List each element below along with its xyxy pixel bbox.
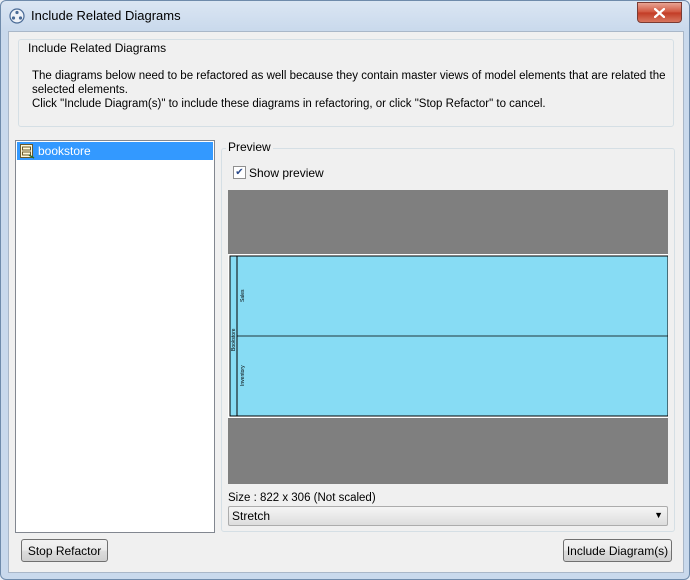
info-line-3: Click "Include Diagram(s)" to include th…: [32, 98, 546, 110]
diagram-icon: [20, 144, 35, 159]
pool-label: Bookstore: [231, 328, 237, 351]
show-preview-checkbox[interactable]: ✔: [233, 166, 246, 179]
dialog-content: Include Related Diagrams The diagrams be…: [8, 31, 684, 573]
dialog-window: Include Related Diagrams Include Related…: [0, 0, 690, 580]
scale-mode-value: Stretch: [232, 509, 271, 523]
include-diagrams-label: Include Diagram(s): [566, 543, 669, 558]
title-bar[interactable]: Include Related Diagrams: [1, 1, 689, 31]
include-diagrams-button[interactable]: Include Diagram(s): [563, 539, 672, 562]
preview-canvas[interactable]: Bookstore Sales Inventory: [228, 190, 669, 484]
size-label: Size : 822 x 306 (Not scaled): [228, 492, 376, 504]
info-group: Include Related Diagrams The diagrams be…: [18, 39, 674, 127]
show-preview-label[interactable]: Show preview: [249, 166, 324, 180]
close-icon: [654, 7, 665, 18]
diagram-tree[interactable]: bookstore: [15, 140, 215, 533]
info-line-1: The diagrams below need to be refactored…: [32, 70, 666, 82]
window-title: Include Related Diagrams: [31, 8, 181, 23]
close-button[interactable]: [637, 2, 682, 23]
info-line-2: selected elements.: [32, 84, 128, 96]
stop-refactor-button[interactable]: Stop Refactor: [21, 539, 108, 562]
preview-group: Preview ✔ Show preview Bookstore Sales I…: [221, 140, 675, 532]
lane-label-inventory: Inventory: [240, 365, 246, 386]
diagram-preview: Bookstore Sales Inventory: [228, 254, 669, 418]
chevron-down-icon: ▼: [654, 510, 663, 520]
scale-mode-select[interactable]: Stretch ▼: [228, 506, 668, 526]
tree-item-bookstore[interactable]: bookstore: [17, 142, 213, 160]
check-icon: ✔: [235, 167, 244, 178]
lane-label-sales: Sales: [240, 289, 246, 302]
preview-group-title: Preview: [226, 140, 273, 154]
app-icon: [9, 8, 25, 24]
stop-refactor-label: Stop Refactor: [27, 543, 102, 558]
info-group-title: Include Related Diagrams: [25, 41, 170, 55]
tree-item-label: bookstore: [38, 144, 91, 158]
